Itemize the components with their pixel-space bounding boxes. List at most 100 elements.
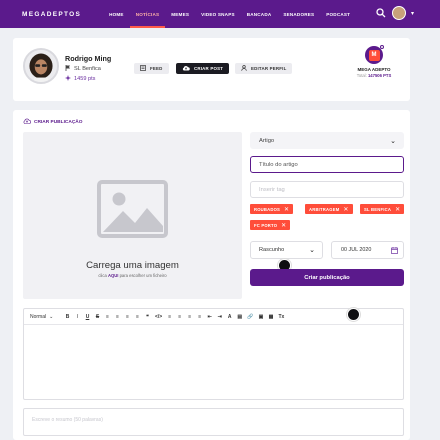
close-icon[interactable]: ✕ <box>281 222 286 229</box>
publish-button[interactable]: Criar publicação <box>250 269 404 286</box>
points-icon <box>65 75 71 83</box>
date-value: 00 JUL 2020 <box>341 247 372 253</box>
format-select[interactable]: Normal ⌄ <box>30 314 60 320</box>
rank-title: MEGA ADEPTO <box>357 67 391 72</box>
top-navbar: MEGADEPTOS HOME NOTÍCIAS MEMES VIDEO SNA… <box>0 0 440 28</box>
profile-points-label: 1459 pts <box>74 76 96 82</box>
nav-noticias[interactable]: NOTÍCIAS <box>130 0 166 28</box>
date-input[interactable]: 00 JUL 2020 <box>331 241 404 259</box>
rank-badge: M MEGA ADEPTO Total: 147506 PTS <box>344 45 404 78</box>
tag-label: ROUBADOS <box>254 206 281 212</box>
feed-button-label: FEED <box>150 66 163 71</box>
quote-icon[interactable]: ❝ <box>145 313 150 321</box>
upload-hint-prefix: clica <box>98 273 107 278</box>
tag-label: FC PORTO <box>254 222 278 228</box>
total-label: Total: <box>356 73 367 78</box>
cloud-upload-icon <box>23 118 32 126</box>
upload-link[interactable]: AQUI <box>108 273 118 278</box>
tag-chip[interactable]: SL BENFICA ✕ <box>360 204 405 214</box>
cloud-upload-icon <box>182 65 190 72</box>
align-right-icon[interactable]: ≡ <box>125 313 130 321</box>
rich-text-editor[interactable]: Normal ⌄ B I U S ≡ ≡ ≡ ≡ ❝ </> ≡ ≡ ≡ ≡ ⇤ … <box>23 308 404 400</box>
code-icon[interactable]: </> <box>155 313 162 321</box>
ordered-list-icon[interactable]: ≡ <box>167 313 172 321</box>
section-title-label: CRIAR PUBLICAÇÃO <box>34 119 83 125</box>
indent-icon[interactable]: ⇥ <box>217 313 222 321</box>
background-color-icon[interactable]: ▤ <box>237 313 242 321</box>
search-icon[interactable] <box>375 7 387 19</box>
status-select[interactable]: Rascunho ⌄ <box>250 241 323 259</box>
upload-hint: clica AQUI para escolher um ficheiro <box>23 273 242 278</box>
nav-video-snaps[interactable]: VIDEO SNAPS <box>195 0 241 28</box>
video-icon[interactable]: ▦ <box>268 313 274 321</box>
person-icon <box>241 65 247 72</box>
clear-format-icon[interactable]: Tx <box>278 313 284 321</box>
close-icon[interactable]: ✕ <box>395 206 400 213</box>
align-center-icon[interactable]: ≡ <box>115 313 120 321</box>
top-actions: ▾ <box>375 6 414 20</box>
bold-icon[interactable]: B <box>65 313 70 321</box>
tag-chip[interactable]: ROUBADOS ✕ <box>250 204 294 214</box>
nav-bancada[interactable]: BANCADA <box>241 0 278 28</box>
sub-icon[interactable]: ≡ <box>187 313 192 321</box>
image-placeholder-icon <box>97 180 168 238</box>
tag-chip[interactable]: FC PORTO ✕ <box>250 220 291 230</box>
chevron-down-icon[interactable]: ▾ <box>411 10 414 17</box>
chevron-down-icon: ⌄ <box>390 138 396 145</box>
link-icon[interactable]: 🔗 <box>247 313 253 321</box>
tags-input[interactable]: Inserir tag <box>250 181 404 198</box>
strikethrough-icon[interactable]: S <box>95 313 100 321</box>
profile-avatar <box>23 48 59 84</box>
rank-badge-letter: M <box>368 49 380 61</box>
edit-profile-button[interactable]: EDITAR PERFIL <box>235 63 293 74</box>
nav-home[interactable]: HOME <box>103 0 130 28</box>
floating-cursor-dot <box>347 308 360 321</box>
profile-club: SL Benfica <box>65 65 101 73</box>
calendar-icon <box>391 247 398 254</box>
image-upload-dropzone[interactable]: Carrega uma imagem clica AQUI para escol… <box>23 132 242 299</box>
italic-icon[interactable]: I <box>75 313 80 321</box>
tag-chip[interactable]: ARBITRAGEM ✕ <box>305 204 353 214</box>
tag-label: ARBITRAGEM <box>309 206 340 212</box>
rank-badge-icon: M <box>365 45 384 64</box>
align-left-icon[interactable]: ≡ <box>105 313 110 321</box>
close-icon[interactable]: ✕ <box>284 206 289 213</box>
underline-icon[interactable]: U <box>85 313 90 321</box>
user-avatar[interactable] <box>391 6 406 20</box>
image-icon[interactable]: ▣ <box>258 313 264 321</box>
close-icon[interactable]: ✕ <box>343 206 348 213</box>
main-nav: HOME NOTÍCIAS MEMES VIDEO SNAPS BANCADA … <box>103 0 356 28</box>
total-value: 147506 PTS <box>367 73 392 78</box>
upload-hint-suffix: para escolher um ficheiro <box>119 273 167 278</box>
upload-title: Carrega uma imagem <box>86 260 179 271</box>
nav-senadores[interactable]: SENADORES <box>277 0 320 28</box>
create-post-button[interactable]: CRIAR POST <box>176 63 230 74</box>
text-color-icon[interactable]: A <box>227 313 232 321</box>
summary-textarea[interactable]: Escreve o resumo (50 palavras) <box>23 408 404 436</box>
editor-toolbar: Normal ⌄ B I U S ≡ ≡ ≡ ≡ ❝ </> ≡ ≡ ≡ ≡ ⇤ … <box>24 309 403 325</box>
profile-name: Rodrigo Ming <box>65 54 112 63</box>
tag-label: SL BENFICA <box>364 206 392 212</box>
nav-memes[interactable]: MEMES <box>165 0 195 28</box>
bullet-list-icon[interactable]: ≡ <box>177 313 182 321</box>
badge-dot <box>380 45 384 49</box>
title-input[interactable]: Título do artigo <box>250 156 404 173</box>
chevron-down-icon: ⌄ <box>49 313 54 320</box>
section-title: CRIAR PUBLICAÇÃO <box>23 118 83 126</box>
brand-logo[interactable]: MEGADEPTOS <box>22 11 81 18</box>
rank-total: Total: 147506 PTS <box>344 73 404 78</box>
sup-icon[interactable]: ≡ <box>197 313 202 321</box>
create-post-label: CRIAR POST <box>194 66 224 71</box>
format-value: Normal <box>30 313 47 320</box>
flag-icon <box>65 65 71 73</box>
profile-card: Rodrigo Ming SL Benfica 1459 pts FEED CR… <box>13 38 410 101</box>
nav-podcast[interactable]: PODCAST <box>320 0 356 28</box>
feed-icon <box>140 65 146 72</box>
create-post-panel: CRIAR PUBLICAÇÃO Carrega uma imagem clic… <box>13 110 410 440</box>
post-type-select[interactable]: Artigo ⌄ <box>250 132 404 149</box>
outdent-icon[interactable]: ⇤ <box>207 313 212 321</box>
status-value: Rascunho <box>259 247 285 253</box>
align-justify-icon[interactable]: ≡ <box>135 313 140 321</box>
feed-button[interactable]: FEED <box>134 63 169 74</box>
profile-club-label: SL Benfica <box>74 66 101 72</box>
